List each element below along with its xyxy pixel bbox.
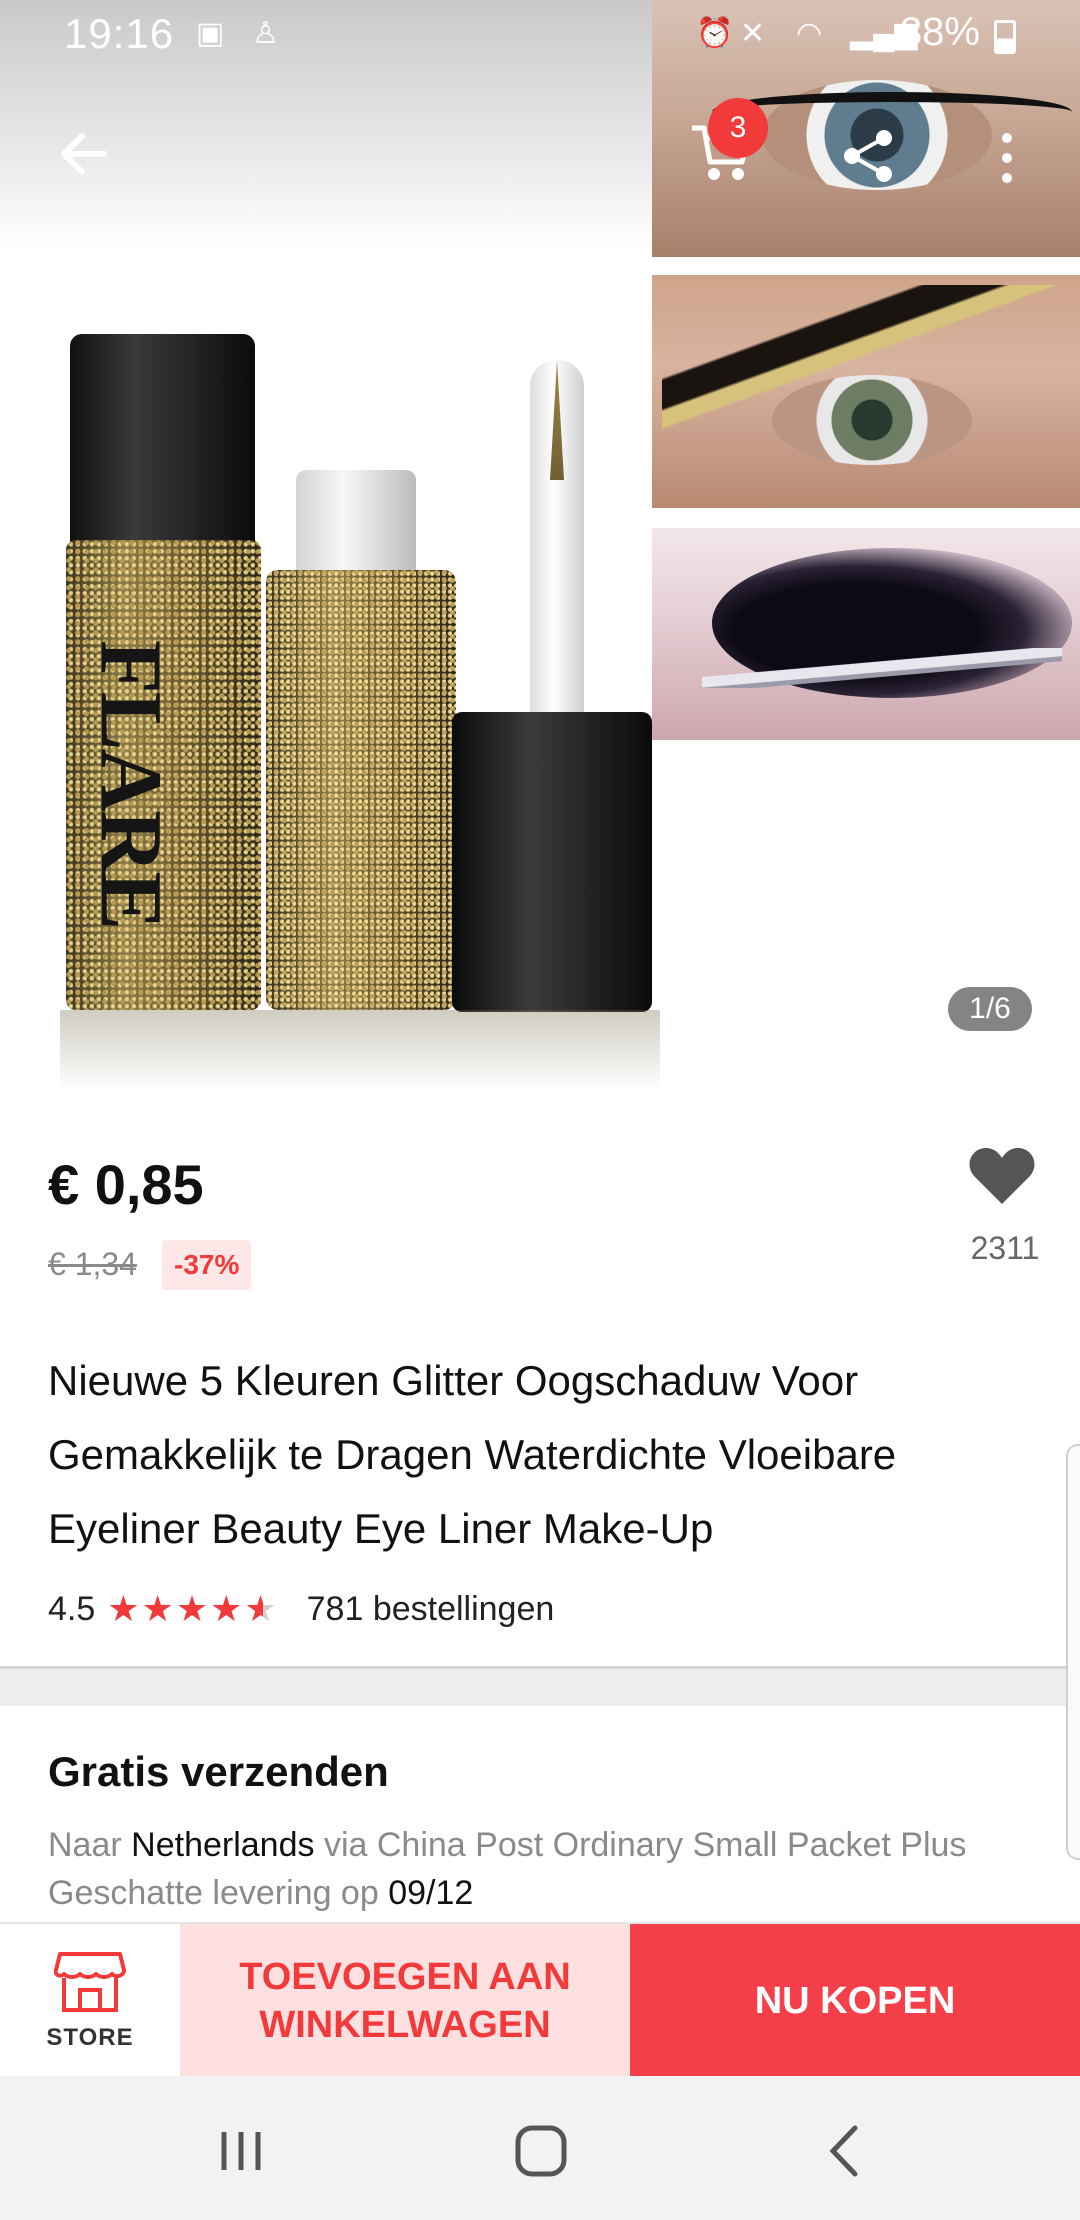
main-product-image[interactable]: FLARE xyxy=(60,320,660,1090)
status-time: 19:16 xyxy=(64,10,175,57)
store-icon xyxy=(54,1952,126,2012)
battery-icon xyxy=(994,20,1016,54)
original-price: € 1,34 xyxy=(48,1246,137,1282)
product-title: Nieuwe 5 Kleuren Glitter Oogschaduw Voor… xyxy=(48,1357,897,1552)
app-notification-icon: ♙ xyxy=(252,17,279,50)
home-icon[interactable] xyxy=(506,2116,576,2186)
bottle-cap xyxy=(452,712,652,1012)
price: € 0,85 xyxy=(48,1153,204,1216)
bottle-cap xyxy=(70,334,255,549)
delivery-date: 09/12 xyxy=(388,1874,474,1912)
bottle-glitter xyxy=(266,570,456,1010)
shipping-method: via China Post Ordinary Small Packet Plu… xyxy=(323,1826,967,1864)
section-divider xyxy=(0,1666,1080,1706)
store-label: STORE xyxy=(46,2024,134,2051)
status-bar: 19:16 ▣ ♙ ⏰ ✕ ◠ ▂▄▆ 38% xyxy=(0,0,1080,72)
bottom-action-bar: STORE TOEVOEGEN AAN WINKELWAGEN NU KOPEN xyxy=(0,1922,1080,2078)
shipping-to-label: Naar xyxy=(48,1826,122,1864)
shipping-destination: Naar Netherlands via China Post Ordinary… xyxy=(48,1826,966,1865)
bottle-neck xyxy=(296,470,416,580)
mute-icon: ✕ xyxy=(740,17,766,50)
wishlist-heart-icon[interactable] xyxy=(968,1146,1036,1206)
share-icon[interactable] xyxy=(838,126,898,186)
thumbnail-eye-2[interactable] xyxy=(652,275,1080,508)
side-panel-handle[interactable] xyxy=(1066,1444,1080,1860)
delivery-estimate: Geschatte levering op 09/12 xyxy=(48,1874,473,1913)
thumbnail-eye-3[interactable] xyxy=(652,528,1080,740)
image-reflection xyxy=(60,1010,660,1090)
orders-count: 781 bestellingen xyxy=(306,1589,555,1628)
alarm-icon: ⏰ xyxy=(696,17,734,50)
buy-now-button[interactable]: NU KOPEN xyxy=(630,1924,1080,2078)
shipping-title[interactable]: Gratis verzenden xyxy=(48,1748,389,1796)
shipping-country: Netherlands xyxy=(131,1826,315,1864)
delivery-label: Geschatte levering op xyxy=(48,1874,379,1912)
half-star-icon: ★ xyxy=(244,1588,279,1629)
wishlist-count: 2311 xyxy=(970,1230,1040,1266)
bottle-brand-text: FLARE xyxy=(82,640,179,929)
rating-value: 4.5 xyxy=(48,1589,96,1628)
discount-badge: -37% xyxy=(162,1240,252,1290)
eyeliner-stroke xyxy=(702,648,1062,688)
gallery-notification-icon: ▣ xyxy=(196,17,225,50)
more-options-icon[interactable] xyxy=(990,128,1024,188)
rating-row[interactable]: 4.5 ★★★★★ 781 bestellingen xyxy=(48,1588,554,1630)
add-to-cart-button[interactable]: TOEVOEGEN AAN WINKELWAGEN xyxy=(180,1924,630,2078)
system-navigation-bar xyxy=(0,2076,1080,2220)
system-back-icon[interactable] xyxy=(810,2116,880,2186)
eyeliner-stroke xyxy=(662,285,1072,445)
battery-percent: 38% xyxy=(899,10,980,54)
store-button[interactable]: STORE xyxy=(0,1924,180,2078)
cart-count-badge: 3 xyxy=(708,98,768,158)
image-counter: 1/6 xyxy=(948,987,1032,1031)
wifi-icon: ◠ xyxy=(796,17,823,50)
recent-apps-icon[interactable] xyxy=(206,2116,276,2186)
product-image-gallery[interactable]: FLARE 1/6 xyxy=(0,0,1080,1100)
rating-stars: ★★★★★ xyxy=(107,1588,279,1629)
back-arrow-icon[interactable] xyxy=(54,124,114,184)
